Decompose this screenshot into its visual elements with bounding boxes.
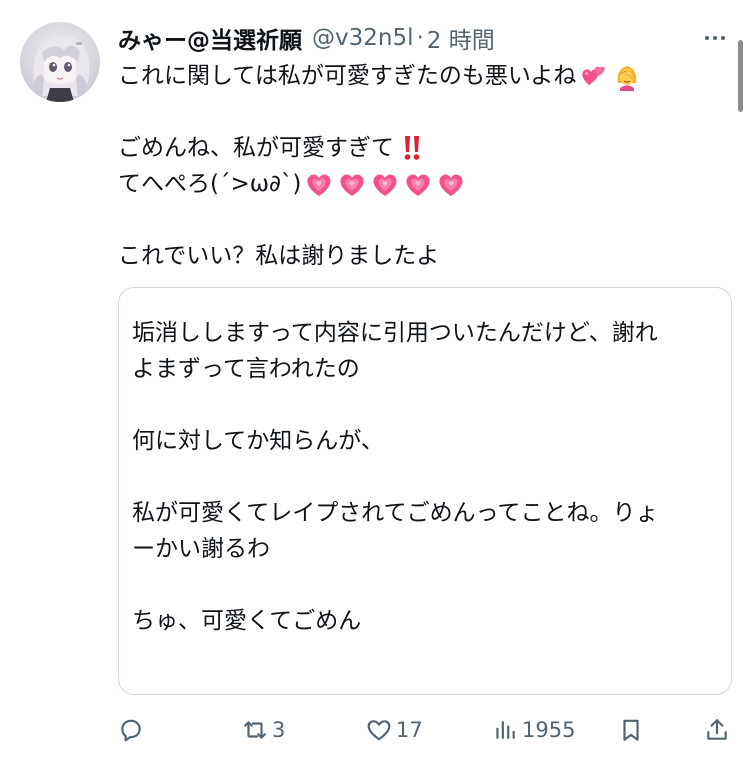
tweet-line-text: ごめんね、私が可愛すぎて (118, 135, 394, 161)
heart-icon (367, 720, 391, 741)
tweet-line-text: てへぺろ(´>ω∂`) (118, 171, 302, 197)
retweet-icon (244, 721, 266, 739)
quote-line: よまずって言われたの (132, 356, 360, 382)
bookmark-button[interactable] (618, 710, 644, 750)
views-count: 1955 (522, 718, 576, 742)
avatar[interactable] (20, 22, 100, 102)
handle[interactable]: @v32n5l (312, 25, 413, 51)
share-button[interactable] (704, 710, 730, 750)
like-button[interactable]: 17 (366, 710, 423, 750)
reply-button[interactable] (118, 710, 148, 750)
double-exclamation-icon (397, 133, 427, 163)
person-facepalming-icon (612, 61, 642, 91)
share-icon (707, 719, 727, 740)
timestamp[interactable]: 2 時間 (427, 21, 495, 55)
more-dots-icon (705, 36, 725, 40)
avatar-anime-girl-image (32, 36, 90, 102)
views-icon (496, 721, 515, 739)
quote-text: 垢消ししますって内容に引用ついたんだけど、謝れ よまずって言われたの 何に対して… (132, 315, 722, 639)
separator-dot: · (416, 25, 424, 51)
action-bar: 3 17 1955 (118, 710, 730, 750)
tweet-line: てへぺろ(´>ω∂`) (118, 166, 728, 202)
tweet-header: みゃー@当選祈願 @v32n5l · 2 時間 (118, 22, 495, 54)
display-name[interactable]: みゃー@当選祈願 (118, 21, 302, 55)
views-button[interactable]: 1955 (492, 710, 575, 750)
quote-line: ちゅ、可愛くてごめん (132, 608, 362, 634)
tweet-line: ごめんね、私が可愛すぎて (118, 130, 728, 166)
more-options-button[interactable] (700, 24, 730, 52)
growing-heart-icon (403, 169, 433, 199)
scrollbar[interactable] (738, 40, 743, 112)
two-hearts-icon (579, 61, 609, 91)
reply-icon (121, 719, 141, 742)
quote-card[interactable]: 垢消ししますって内容に引用ついたんだけど、謝れ よまずって言われたの 何に対して… (118, 287, 732, 695)
retweet-count: 3 (272, 718, 286, 742)
tweet-line: これでいい？私は謝りましたよ (118, 238, 728, 274)
tweet-line-text: これでいい？私は謝りましたよ (118, 243, 440, 269)
retweet-button[interactable]: 3 (242, 710, 285, 750)
quote-line: 私が可愛くてレイプされてごめんってことね。りょ (132, 500, 659, 526)
tweet-text: これに関しては私が可愛すぎたのも悪いよね ごめんね、私が可愛すぎて てへぺろ(´… (118, 58, 728, 274)
bookmark-icon (623, 719, 639, 741)
growing-heart-icon (304, 169, 334, 199)
growing-heart-icon (370, 169, 400, 199)
tweet-line: これに関しては私が可愛すぎたのも悪いよね (118, 58, 728, 94)
quote-line: 何に対してか知らんが、 (132, 428, 384, 454)
quote-line: ーかい謝るわ (132, 536, 270, 562)
like-count: 17 (396, 718, 423, 742)
growing-heart-icon (436, 169, 466, 199)
growing-heart-icon (337, 169, 367, 199)
quote-line: 垢消ししますって内容に引用ついたんだけど、謝れ (132, 320, 658, 346)
tweet-line-text: これに関しては私が可愛すぎたのも悪いよね (118, 63, 577, 89)
